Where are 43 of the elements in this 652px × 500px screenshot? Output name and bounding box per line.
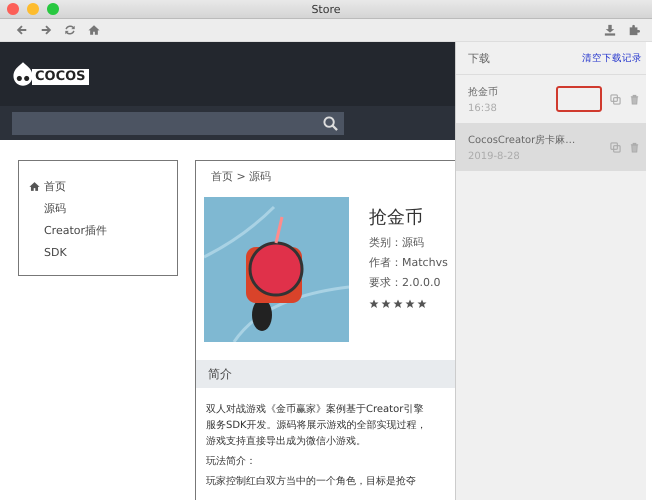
download-time: 16:38 — [468, 102, 498, 114]
puzzle-icon[interactable] — [628, 24, 640, 36]
forward-arrow-icon[interactable] — [40, 24, 52, 36]
logo[interactable]: COCOS — [12, 61, 89, 87]
search-icon[interactable] — [323, 116, 338, 130]
home-icon — [29, 180, 40, 192]
download-name: CocosCreator房卡麻… — [468, 134, 576, 146]
search-field[interactable] — [12, 112, 344, 134]
category-link[interactable]: 首页 — [29, 175, 177, 197]
minimize-button[interactable] — [27, 3, 39, 15]
download-name: 抢金币 — [468, 86, 499, 98]
refresh-icon[interactable] — [64, 24, 76, 36]
star-icon — [381, 299, 391, 309]
section-header: 简介 — [196, 360, 455, 388]
window-title: Store — [311, 2, 341, 16]
panel-title: 下载 — [468, 50, 490, 66]
home-icon[interactable] — [88, 24, 100, 36]
copy-icon[interactable] — [610, 142, 621, 152]
trash-icon[interactable] — [629, 142, 640, 152]
download-icon[interactable] — [604, 24, 616, 36]
description-paragraph: 双人对战游戏《金币赢家》案例基于Creator引擎 服务SDK开发。源码将展示游戏的全部实现过程， 游戏支持直接导出成为微信小游戏。 — [206, 402, 428, 449]
star-icon — [417, 299, 427, 309]
star-icon — [393, 299, 403, 309]
category-link[interactable]: 源码 — [29, 197, 177, 219]
star-icon — [369, 299, 379, 309]
category-link[interactable]: Creator插件 — [29, 219, 177, 241]
copy-icon[interactable] — [610, 94, 621, 104]
download-item[interactable]: 抢金币 16:38 — [456, 75, 646, 123]
zoom-button[interactable] — [47, 3, 59, 15]
product-detail: 要求：2.0.0.0 — [369, 275, 442, 291]
product-detail: 作者：Matchvs — [369, 255, 448, 271]
star-icon — [405, 299, 415, 309]
breadcrumb: 首页 > 源码 — [210, 169, 272, 185]
product-detail: 类别：源码 — [369, 235, 425, 251]
trash-icon[interactable] — [629, 94, 640, 104]
category-link[interactable]: SDK — [29, 241, 177, 263]
mascot-icon — [12, 61, 34, 87]
product-title: 抢金币 — [369, 206, 424, 229]
close-button[interactable] — [7, 3, 19, 15]
gameplay-paragraph: 玩家控制红白双方当中的一个角色，目标是抢夺 — [206, 474, 417, 489]
clear-history-link[interactable]: 清空下载记录 — [582, 52, 642, 64]
section-subheading: 玩法简介： — [206, 454, 257, 469]
back-arrow-icon[interactable] — [16, 24, 28, 36]
